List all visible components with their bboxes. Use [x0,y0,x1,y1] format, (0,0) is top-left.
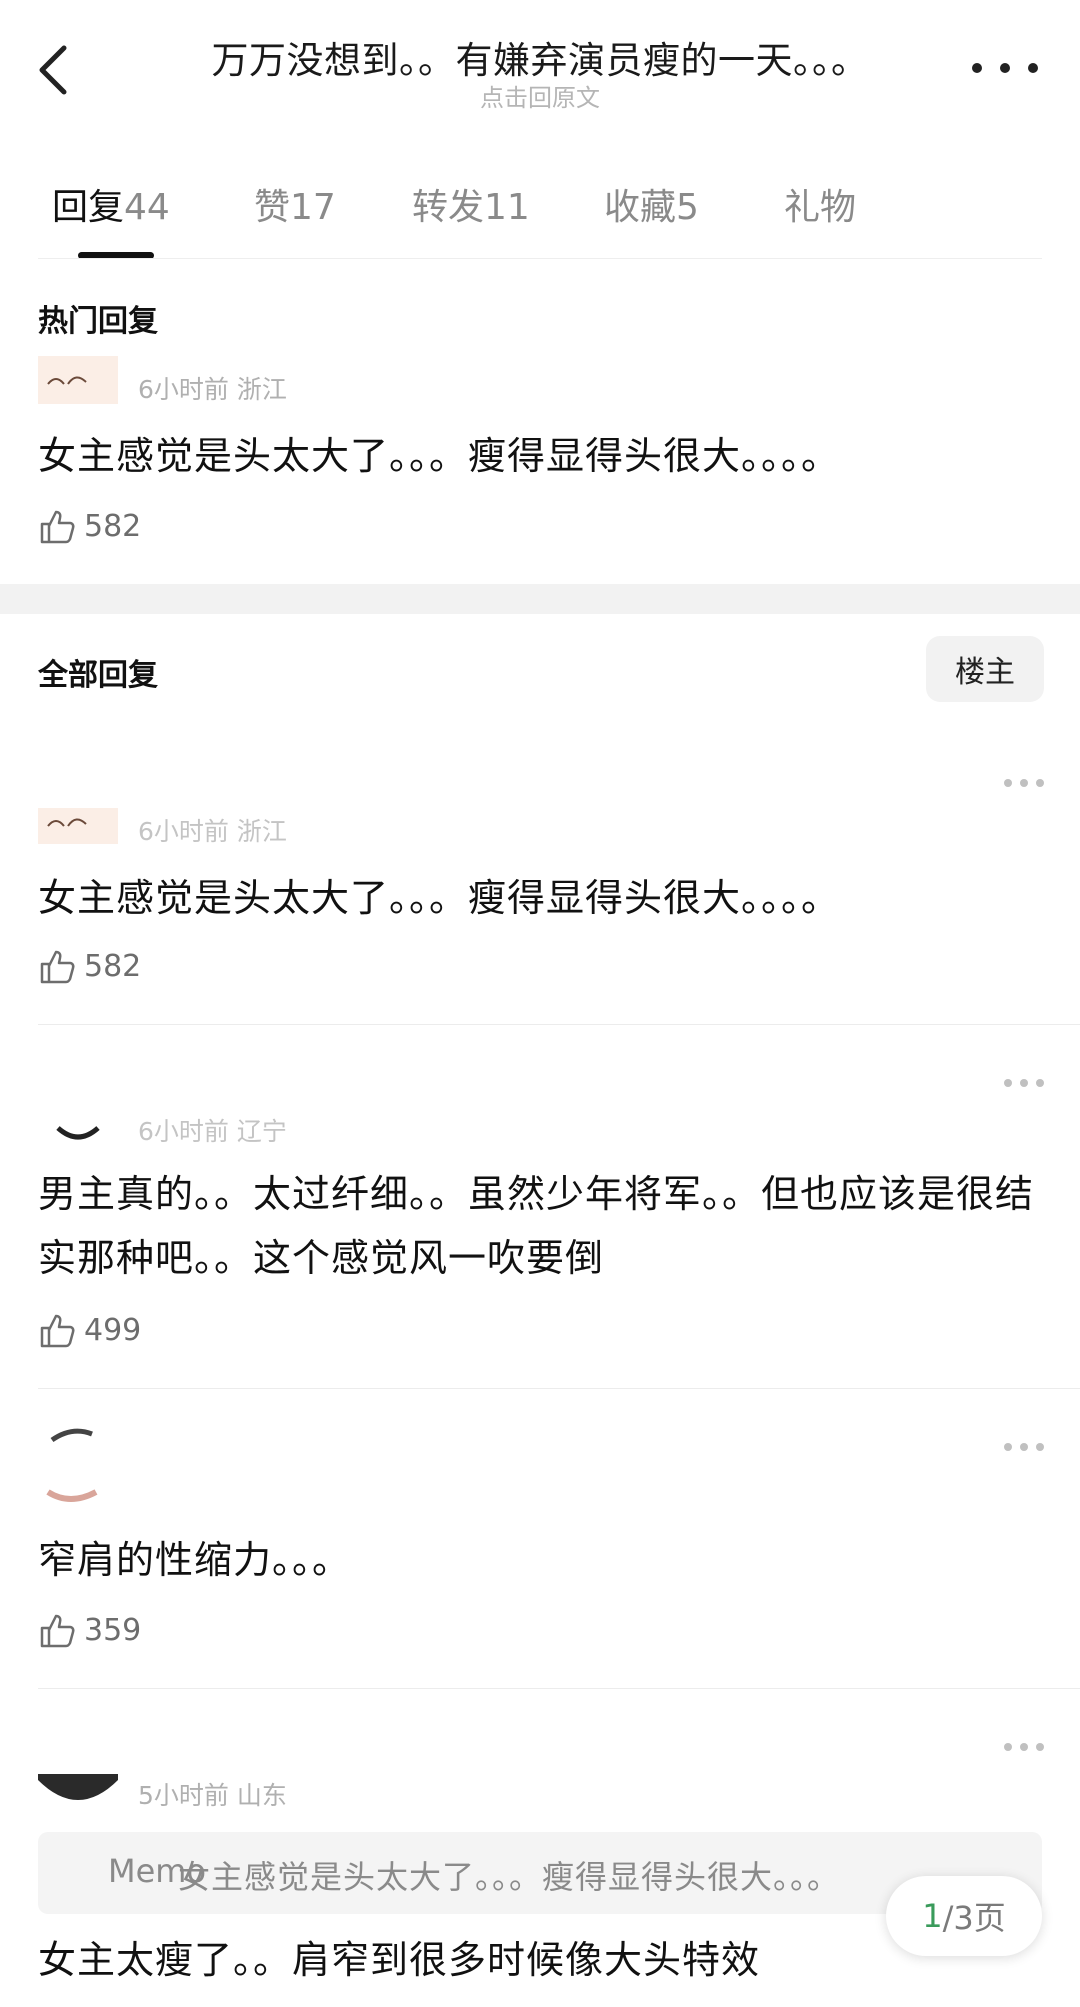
avatar[interactable] [38,1424,118,1506]
view-original-link[interactable]: 点击回原文 [120,78,960,113]
tab-gifts[interactable]: 礼物 [784,178,856,230]
comment-more-button[interactable] [1004,1076,1044,1090]
tab-favorites[interactable]: 收藏5 [604,178,699,230]
op-only-filter-button[interactable]: 楼主 [926,636,1044,702]
like-button[interactable]: 499 [38,1308,141,1352]
comment-meta: 6小时前 浙江 [138,375,287,404]
current-page: 1 [922,1897,943,1935]
comment-more-button[interactable] [1004,776,1044,790]
comment-text: 女主感觉是头太大了。。。瘦得显得头很大。。。。 [38,876,841,920]
page-indicator[interactable]: 1/3页 [886,1876,1042,1956]
avatar[interactable] [38,1108,118,1142]
comment-text: 女主感觉是头太大了。。。瘦得显得头很大。。。。 [38,434,841,478]
avatar[interactable] [38,1774,118,1808]
divider [38,1688,1080,1689]
page-title: 万万没想到。。有嫌弃演员瘦的一天。。。 [211,39,869,82]
all-replies-title: 全部回复 [38,658,158,693]
like-count: 359 [84,1612,142,1648]
section-gap [0,584,1080,614]
chevron-left-icon [39,45,67,95]
thumbs-up-icon [40,1614,75,1648]
avatar[interactable] [38,808,118,844]
comment-text: 窄肩的性缩力。。。 [38,1538,352,1582]
divider [38,1388,1080,1389]
like-button[interactable]: 582 [38,504,141,548]
comment-more-button[interactable] [1004,1740,1044,1754]
tab-replies[interactable]: 回复44 [52,178,170,230]
comment-meta: 5小时前 山东 [138,1781,287,1810]
tab-likes[interactable]: 赞17 [254,178,336,230]
divider [38,258,1042,259]
comment-meta: 6小时前 辽宁 [138,1117,287,1146]
like-button[interactable]: 582 [38,944,141,988]
more-icon [972,63,982,73]
like-count: 582 [84,508,142,544]
avatar[interactable] [38,356,118,404]
tab-reposts[interactable]: 转发11 [412,178,530,230]
comment-text: 男主真的。。太过纤细。。虽然少年将军。。但也应该是很结实那种吧。。这个感觉风一吹… [38,1172,1035,1280]
more-options-button[interactable] [972,50,1038,86]
quoted-text: 女主感觉是头太大了。。。瘦得显得头很大。。。 [178,1858,841,1896]
hot-replies-title: 热门回复 [38,304,158,339]
like-count: 499 [84,1312,142,1348]
thumbs-up-icon [40,1314,75,1348]
back-button[interactable] [32,34,80,106]
thumbs-up-icon [40,510,75,544]
comment-meta: 6小时前 浙江 [138,817,287,846]
thumbs-up-icon [40,950,75,984]
comment-text: 女主太瘦了。。肩窄到很多时候像大头特效 [38,1938,761,1982]
like-count: 582 [84,948,142,984]
comment-more-button[interactable] [1004,1440,1044,1454]
total-pages: /3页 [942,1899,1006,1937]
divider [38,1024,1080,1025]
like-button[interactable]: 359 [38,1608,141,1652]
